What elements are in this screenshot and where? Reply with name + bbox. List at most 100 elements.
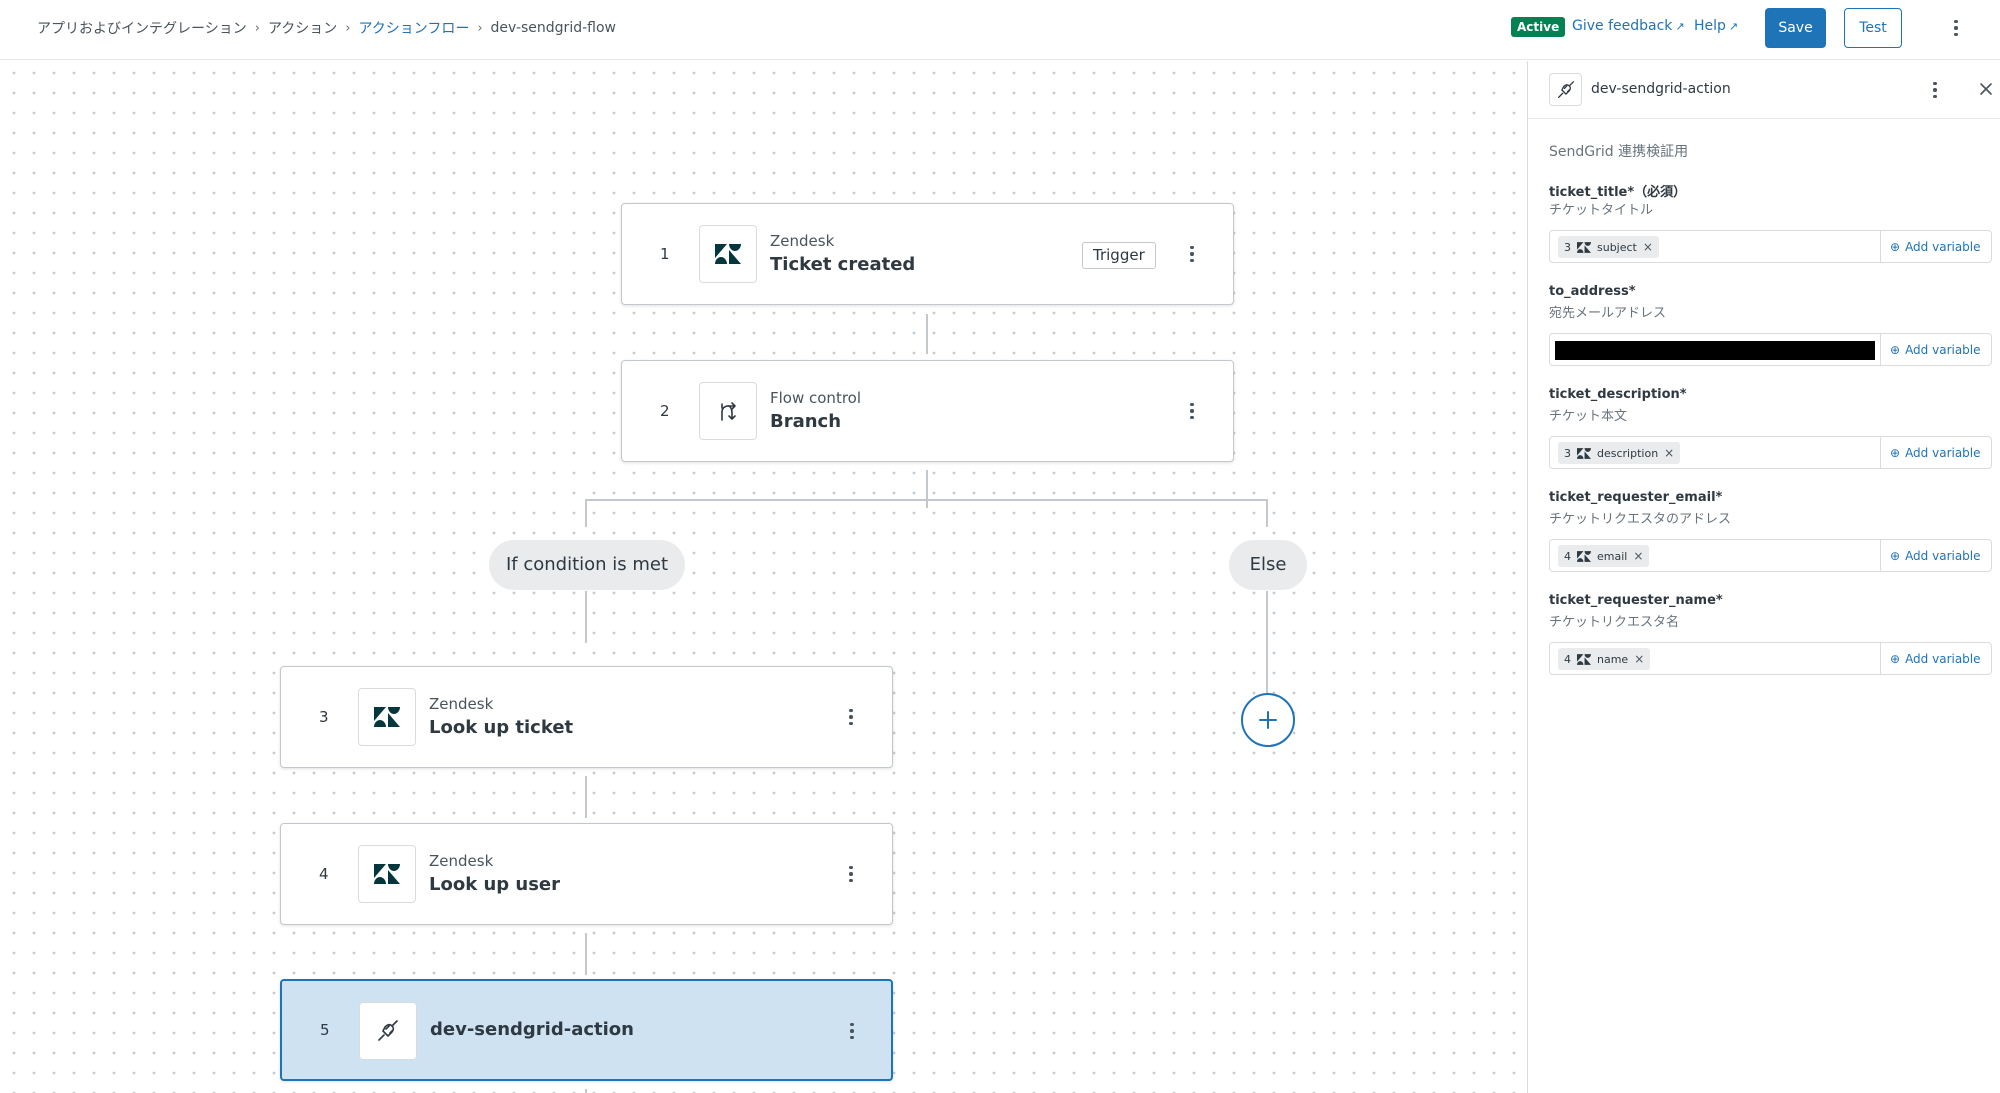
help-label: Help [1694, 18, 1726, 34]
flow-connector [1266, 591, 1268, 693]
breadcrumb-apps[interactable]: アプリおよびインテグレーション [37, 18, 247, 38]
add-circle-icon: ⊕ [1890, 342, 1901, 357]
panel-menu-icon[interactable] [1925, 80, 1945, 100]
flow-canvas[interactable]: 1 Zendesk Ticket created Trigger 2 Flow … [0, 61, 1527, 1093]
zendesk-icon [1577, 653, 1591, 665]
chip-value: description [1597, 446, 1659, 460]
field-input[interactable]: 3 subject × ⊕ Add variable [1549, 230, 1992, 263]
step-number: 3 [319, 708, 329, 726]
step-menu-icon[interactable] [841, 864, 861, 884]
plug-icon [1549, 73, 1582, 106]
step-menu-icon[interactable] [1182, 401, 1202, 421]
flow-connector [926, 314, 928, 354]
zendesk-icon [1577, 241, 1591, 253]
field-to-address: to_address* 宛先メールアドレス ⊕ Add variable [1549, 284, 1992, 366]
breadcrumb: アプリおよびインテグレーション › アクション › アクションフロー › dev… [37, 18, 616, 38]
breadcrumb-actions[interactable]: アクション [268, 18, 337, 38]
flow-step-3[interactable]: 3 Zendesk Look up ticket [280, 666, 893, 768]
flow-connector [585, 1089, 587, 1093]
zendesk-icon [358, 688, 416, 746]
chip-value: name [1597, 652, 1629, 666]
panel-description: SendGrid 連携検証用 [1549, 144, 1689, 160]
variable-chip[interactable]: 4 name × [1558, 648, 1651, 670]
field-input[interactable]: 4 name × ⊕ Add variable [1549, 642, 1992, 675]
zendesk-icon [1577, 447, 1591, 459]
field-input[interactable]: 4 email × ⊕ Add variable [1549, 539, 1992, 572]
plus-icon [1259, 711, 1277, 729]
panel-title: dev-sendgrid-action [1591, 81, 1731, 97]
zendesk-icon [1577, 550, 1591, 562]
add-variable-button[interactable]: ⊕ Add variable [1890, 231, 1981, 262]
flow-connector [585, 933, 587, 975]
chevron-right-icon: › [254, 20, 260, 36]
variable-chip[interactable]: 4 email × [1558, 545, 1650, 567]
chip-step: 3 [1564, 446, 1571, 460]
branch-condition-label[interactable]: If condition is met [489, 540, 685, 590]
step-title: Look up ticket [429, 717, 574, 738]
give-feedback-link[interactable]: Give feedback ↗ [1572, 18, 1685, 34]
branch-else-label[interactable]: Else [1229, 540, 1307, 590]
field-hint: チケット本文 [1549, 409, 1628, 424]
remove-chip-icon[interactable]: × [1634, 652, 1644, 666]
step-menu-icon[interactable] [842, 1021, 862, 1041]
add-step-button[interactable] [1241, 693, 1295, 747]
external-link-icon: ↗ [1675, 20, 1685, 33]
chip-value: email [1597, 549, 1628, 563]
variable-chip[interactable]: 3 subject × [1558, 236, 1659, 258]
step-number: 4 [319, 865, 329, 883]
field-hint: チケットタイトル [1549, 203, 1654, 218]
field-input[interactable]: ⊕ Add variable [1549, 333, 1992, 366]
field-label: ticket_description* [1549, 387, 1687, 402]
test-button[interactable]: Test [1844, 8, 1902, 48]
add-circle-icon: ⊕ [1890, 239, 1901, 254]
more-options-icon[interactable] [1946, 18, 1966, 38]
add-circle-icon: ⊕ [1890, 445, 1901, 460]
flow-step-2[interactable]: 2 Flow control Branch [621, 360, 1234, 462]
step-number: 1 [660, 245, 670, 263]
add-circle-icon: ⊕ [1890, 651, 1901, 666]
flow-connector [585, 591, 587, 643]
chip-step: 4 [1564, 549, 1571, 563]
save-button[interactable]: Save [1765, 8, 1826, 48]
step-menu-icon[interactable] [1182, 244, 1202, 264]
panel-header: dev-sendgrid-action [1528, 61, 2000, 119]
close-icon[interactable] [1976, 79, 1996, 99]
step-title: Branch [770, 411, 842, 432]
breadcrumb-current: dev-sendgrid-flow [490, 20, 616, 36]
flow-step-5[interactable]: 5 dev-sendgrid-action [280, 979, 893, 1081]
field-input[interactable]: 3 description × ⊕ Add variable [1549, 436, 1992, 469]
add-variable-label: Add variable [1905, 445, 1981, 460]
give-feedback-label: Give feedback [1572, 18, 1673, 34]
add-circle-icon: ⊕ [1890, 548, 1901, 563]
add-variable-label: Add variable [1905, 342, 1981, 357]
field-ticket-requester-name: ticket_requester_name* チケットリクエスタ名 4 name… [1549, 593, 1992, 675]
add-variable-button[interactable]: ⊕ Add variable [1890, 334, 1981, 365]
chevron-right-icon: › [477, 20, 483, 36]
flow-step-4[interactable]: 4 Zendesk Look up user [280, 823, 893, 925]
add-variable-button[interactable]: ⊕ Add variable [1890, 540, 1981, 571]
plug-icon [359, 1002, 417, 1060]
zendesk-icon [358, 845, 416, 903]
add-variable-button[interactable]: ⊕ Add variable [1890, 643, 1981, 674]
status-badge: Active [1511, 17, 1566, 37]
breadcrumb-action-flows[interactable]: アクションフロー [358, 18, 469, 38]
field-hint: チケットリクエスタのアドレス [1549, 512, 1732, 527]
help-link[interactable]: Help ↗ [1694, 18, 1738, 34]
top-header: アプリおよびインテグレーション › アクション › アクションフロー › dev… [0, 0, 2000, 60]
step-category: Zendesk [770, 232, 835, 250]
zendesk-icon [699, 225, 757, 283]
remove-chip-icon[interactable]: × [1633, 549, 1643, 563]
variable-chip[interactable]: 3 description × [1558, 442, 1681, 464]
add-variable-button[interactable]: ⊕ Add variable [1890, 437, 1981, 468]
remove-chip-icon[interactable]: × [1643, 240, 1653, 254]
field-ticket-title: ticket_title*（必須） チケットタイトル 3 subject × ⊕… [1549, 181, 1992, 263]
add-variable-label: Add variable [1905, 651, 1981, 666]
step-menu-icon[interactable] [841, 707, 861, 727]
step-title: dev-sendgrid-action [430, 1019, 634, 1040]
flow-step-1[interactable]: 1 Zendesk Ticket created Trigger [621, 203, 1234, 305]
chip-step: 3 [1564, 240, 1571, 254]
remove-chip-icon[interactable]: × [1664, 446, 1674, 460]
step-category: Zendesk [429, 695, 494, 713]
field-hint: チケットリクエスタ名 [1549, 615, 1680, 630]
step-title: Look up user [429, 874, 561, 895]
